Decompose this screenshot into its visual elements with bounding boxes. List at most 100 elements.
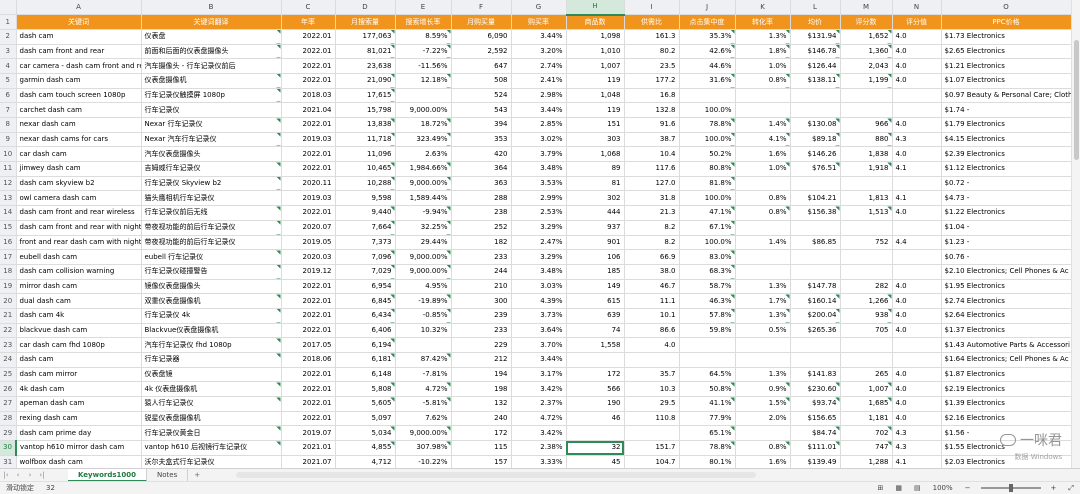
header-cell[interactable]: 转化率 [735,14,791,30]
cell-n[interactable]: 4.0 [892,44,942,60]
cell-c[interactable]: 2022.01 [281,396,336,412]
cell-i[interactable]: 38.0 [624,264,680,280]
header-cell[interactable]: 购买率 [511,14,567,30]
cell-j[interactable]: 80.1% [679,455,736,468]
cell-n[interactable]: 4.1 [892,190,942,207]
cell-c[interactable]: 2022.01 [281,411,336,427]
cell-i[interactable]: 21.3 [624,205,680,221]
cell-f[interactable]: 233 [451,323,512,339]
cell-o[interactable]: $2.10 Electronics; Cell Phones & Ac [941,264,1072,280]
cell-k[interactable]: 0.5% [735,323,791,339]
cell-a[interactable]: nexar dash cam [16,117,142,133]
column-header-k[interactable]: K [735,0,791,16]
cell-i[interactable]: 29.5 [624,396,680,412]
cell-e[interactable] [395,337,452,353]
cell-g[interactable]: 3.48% [511,264,567,280]
cell-h[interactable]: 303 [566,132,625,148]
cell-a[interactable]: vantop h610 mirror dash cam [16,440,142,456]
cell-d[interactable]: 15,798 [335,102,396,118]
cell-g[interactable]: 3.42% [511,425,567,442]
column-header-a[interactable]: A [16,0,142,16]
header-cell[interactable]: 均价 [790,14,841,30]
header-cell[interactable]: 供需比 [624,14,680,30]
cell-l[interactable] [790,352,841,368]
cell-l[interactable]: $111.01 [790,440,841,456]
first-sheet-icon[interactable]: |‹ [0,471,12,479]
cell-f[interactable]: 172 [451,425,512,442]
cell-a[interactable]: eubell dash cam [16,249,142,265]
column-header-l[interactable]: L [790,0,841,16]
cell-j[interactable]: 41.1% [679,396,736,412]
cell-i[interactable]: 8.2 [624,220,680,236]
cell-n[interactable]: 4.0 [892,396,942,412]
vertical-scrollbar[interactable] [1071,0,1080,468]
cell-b[interactable]: eubell 行车记录仪 [141,249,282,265]
cell-c[interactable]: 2022.01 [281,146,336,163]
cell-g[interactable]: 3.70% [511,337,567,353]
cell-m[interactable]: 1,360 [840,44,893,60]
cell-j[interactable]: 42.6% [679,44,736,60]
cell-a[interactable]: dash cam front and rear with night visi [16,220,142,236]
cell-c[interactable]: 2018.06 [281,352,336,368]
cell-i[interactable] [624,425,680,442]
cell-h[interactable]: 1,007 [566,58,625,74]
header-cell[interactable]: 月购买量 [451,14,512,30]
cell-h[interactable]: 106 [566,249,625,265]
cell-j[interactable]: 100.0% [679,235,736,251]
row-number[interactable]: 10 [0,146,17,163]
cell-h[interactable]: 149 [566,279,625,295]
cell-b[interactable]: 带夜视功能的前后行车记录仪 [141,220,282,236]
header-cell[interactable]: 评分值 [892,14,942,30]
cell-k[interactable]: 1.6% [735,455,791,468]
cell-k[interactable] [735,102,791,118]
cell-l[interactable]: $131.94 [790,29,841,45]
normal-view-icon[interactable]: ▦ [889,484,908,492]
cell-g[interactable]: 3.29% [511,249,567,265]
cell-o[interactable]: $2.65 Electronics [941,44,1072,60]
cell-o[interactable]: $1.73 Electronics [941,29,1072,45]
cell-f[interactable]: 420 [451,146,512,163]
cell-b[interactable]: 镜像仪表盘摄像头 [141,279,282,295]
cell-i[interactable]: 117.6 [624,161,680,177]
cell-e[interactable]: -10.22% [395,455,452,468]
cell-a[interactable]: dash cam prime day [16,425,142,442]
row-number[interactable]: 2 [0,29,17,45]
cell-g[interactable]: 3.53% [511,176,567,192]
cell-d[interactable]: 81,021 [335,44,396,60]
cell-o[interactable]: $4.15 Electronics [941,132,1072,148]
cell-j[interactable]: 57.8% [679,308,736,324]
vertical-scroll-thumb[interactable] [1074,40,1079,160]
fullscreen-icon[interactable]: ⤢ [1062,484,1080,493]
cell-l[interactable]: $86.85 [790,235,841,251]
column-header-n[interactable]: N [892,0,942,16]
cell-m[interactable]: 747 [840,440,893,456]
cell-h[interactable]: 46 [566,411,625,427]
cell-h[interactable]: 566 [566,381,625,398]
cell-h[interactable]: 639 [566,308,625,324]
cell-f[interactable]: 394 [451,117,512,133]
header-cell[interactable]: 关键词 [16,14,142,30]
cell-m[interactable]: 966 [840,117,893,133]
cell-b[interactable]: 吉姆威行车记录仪 [141,161,282,177]
cell-l[interactable]: $141.83 [790,367,841,383]
cell-b[interactable]: Nexar 汽车行车记录仪 [141,132,282,148]
row-number[interactable]: 9 [0,132,17,148]
cell-b[interactable]: 锐星仪表盘摄像机 [141,411,282,427]
cell-f[interactable]: 229 [451,337,512,353]
cell-a[interactable]: dash cam mirror [16,367,142,383]
cell-a[interactable]: dash cam front and rear [16,44,142,60]
cell-o[interactable]: $1.04 - [941,220,1072,236]
cell-j[interactable]: 31.6% [679,73,736,89]
cell-j[interactable]: 64.5% [679,367,736,383]
cell-m[interactable]: 752 [840,235,893,251]
cell-f[interactable]: 2,592 [451,44,512,60]
cell-j[interactable]: 78.8% [679,440,736,456]
cell-n[interactable]: 4.3 [892,425,942,442]
header-cell[interactable]: 月搜索量 [335,14,396,30]
cell-e[interactable]: 87.42% [395,352,452,368]
cell-e[interactable]: 9,000.00% [395,102,452,118]
cell-h[interactable]: 74 [566,323,625,339]
cell-c[interactable]: 2022.01 [281,29,336,45]
cell-b[interactable]: Nexar 行车记录仪 [141,117,282,133]
cell-d[interactable]: 4,855 [335,440,396,456]
